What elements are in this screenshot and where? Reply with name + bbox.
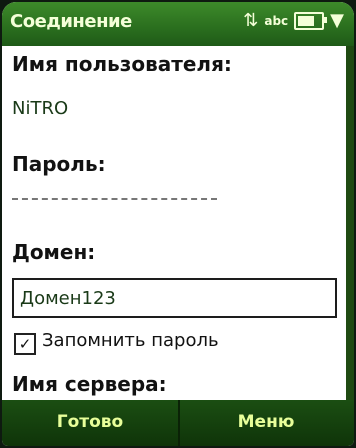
form-content: Имя пользователя: NiTRO Пароль: Домен: Д… [2,46,354,404]
username-value[interactable]: NiTRO [12,98,68,119]
scrollbar[interactable] [346,46,354,404]
password-label: Пароль: [12,152,106,176]
domain-input-value: Домен123 [20,288,116,309]
remember-password-label[interactable]: Запомнить пароль [42,330,219,351]
domain-input[interactable]: Домен123 [12,278,337,318]
connectivity-icon: ⇅ [243,10,259,31]
window-title: Соединение [10,11,132,32]
status-area: ⇅ abc ▼ [243,10,344,32]
done-softkey[interactable]: Готово [2,412,178,432]
device-screen: Соединение ⇅ abc ▼ Имя пользователя: NiT… [2,2,354,446]
title-bar: Соединение ⇅ abc ▼ [2,2,354,46]
password-field[interactable] [12,198,217,200]
softkey-bar: Готово Меню [2,400,354,446]
signal-icon: ▼ [330,10,344,31]
input-mode-indicator[interactable]: abc [264,14,288,28]
username-label: Имя пользователя: [12,52,232,76]
server-label: Имя сервера: [12,372,167,396]
menu-softkey[interactable]: Меню [178,412,354,432]
battery-level [298,16,315,26]
domain-label: Домен: [12,240,96,264]
battery-icon [294,12,328,30]
remember-password-checkbox[interactable]: ✓ [14,333,36,355]
